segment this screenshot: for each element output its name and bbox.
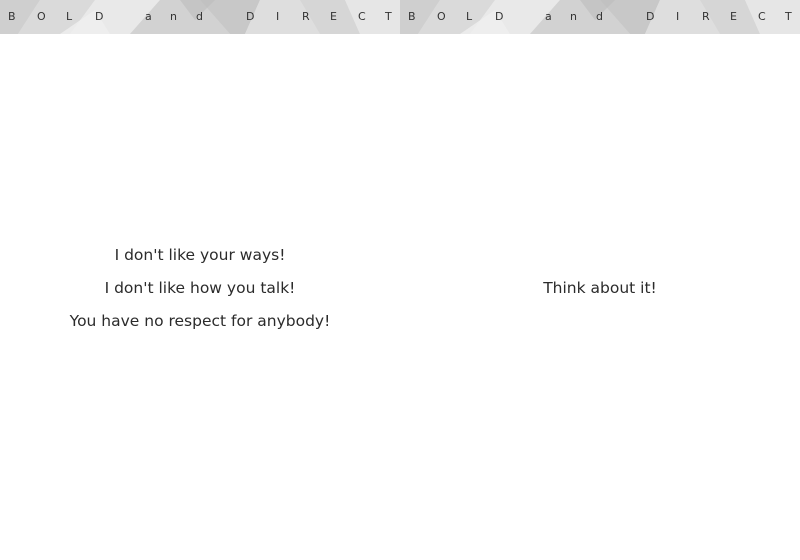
banner-letter: d [196, 10, 203, 23]
banner-letter: d [596, 10, 603, 23]
right-text-block: Think about it! [400, 277, 800, 310]
text-line: You have no respect for anybody! [69, 312, 331, 330]
banner-letter: O [437, 10, 446, 23]
banner-letter: D [246, 10, 255, 23]
banner-letter: L [466, 10, 473, 23]
banner-letter: D [646, 10, 655, 23]
left-header-banner: B O L D a n d D I R E C T [0, 0, 400, 34]
banner-letter: I [276, 10, 280, 23]
slide-spread: B O L D a n d D I R E C T I don't like y… [0, 0, 800, 560]
banner-letter: L [66, 10, 73, 23]
banner-letter: D [495, 10, 504, 23]
banner-letter: R [702, 10, 710, 23]
banner-letter: n [570, 10, 577, 23]
text-line: Think about it! [543, 279, 657, 297]
left-text-block: I don't like your ways! I don't like how… [0, 244, 400, 343]
banner-letter: C [358, 10, 366, 23]
banner-letter: C [758, 10, 766, 23]
banner-letter: E [330, 10, 337, 23]
banner-letter: T [385, 10, 392, 23]
banner-letter: B [8, 10, 16, 23]
banner-letter: B [408, 10, 416, 23]
right-header-banner: B O L D a n d D I R E C T [400, 0, 800, 34]
banner-letter: I [676, 10, 680, 23]
text-line: I don't like your ways! [114, 246, 286, 264]
left-slide: B O L D a n d D I R E C T I don't like y… [0, 0, 400, 560]
banner-letter: O [37, 10, 46, 23]
banner-letter: a [145, 10, 152, 23]
text-line: I don't like how you talk! [104, 279, 296, 297]
banner-title: B O L D a n d D I R E C T [400, 9, 800, 25]
banner-letter: T [785, 10, 792, 23]
banner-letter: a [545, 10, 552, 23]
right-slide: B O L D a n d D I R E C T Think about it… [400, 0, 800, 560]
banner-letter: D [95, 10, 104, 23]
banner-letter: R [302, 10, 310, 23]
banner-letter: E [730, 10, 737, 23]
banner-letter: n [170, 10, 177, 23]
banner-title: B O L D a n d D I R E C T [0, 9, 400, 25]
